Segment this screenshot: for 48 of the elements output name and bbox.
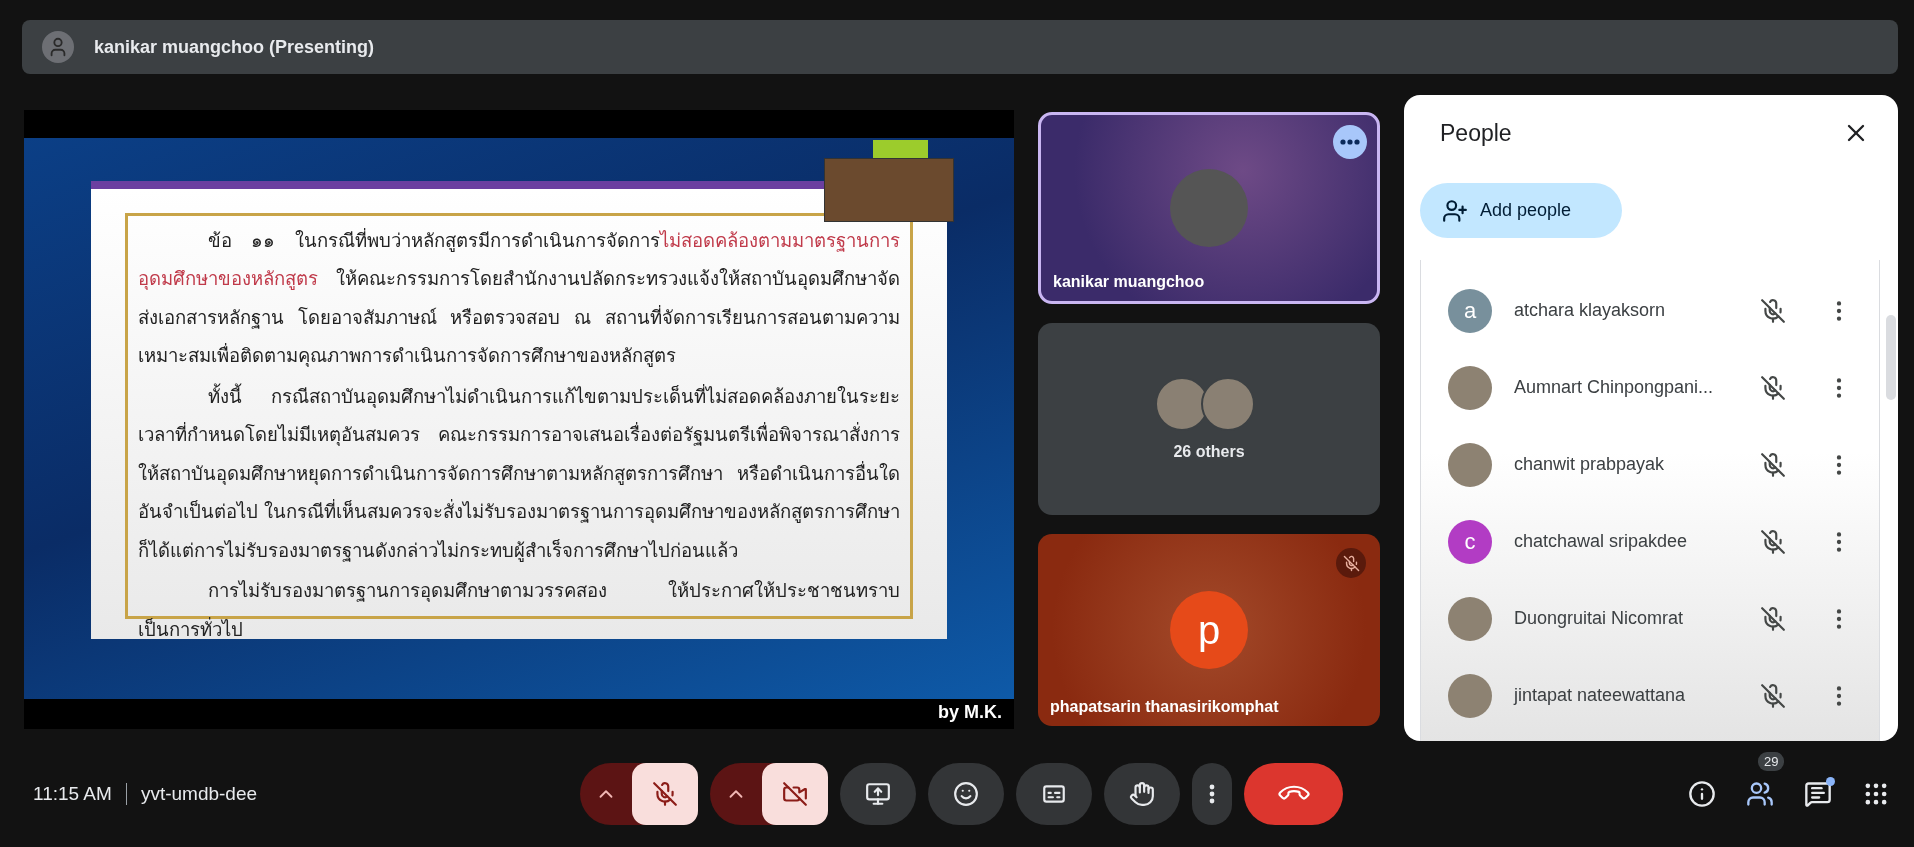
participant-name: atchara klayaksorn (1514, 300, 1667, 321)
participant-name: phapatsarin thanasirikomphat (1050, 698, 1279, 716)
more-options-button[interactable] (1333, 125, 1367, 159)
participant-name: jintapat nateewattana (1514, 685, 1687, 706)
person-plus-icon (1442, 197, 1468, 224)
participant-name: Aumnart Chinpongpani... (1514, 377, 1715, 398)
mic-off-icon (652, 781, 678, 807)
avatar-icon (42, 31, 74, 63)
info-icon[interactable] (1688, 780, 1716, 808)
scrollbar[interactable] (1886, 315, 1896, 400)
avatar-initial: c (1448, 519, 1492, 564)
more-icon (1209, 784, 1215, 804)
more-icon (1340, 139, 1360, 145)
avatar-placeholder (1448, 365, 1492, 410)
participant-name: chanwit prabpayak (1514, 454, 1666, 475)
mic-off-icon[interactable] (1760, 605, 1786, 632)
slide-paragraph: ข้อ ๑๑ ในกรณีที่พบว่าหลักสูตรมีการดำเนินการจัดการไม่สอดคล้องตามมาตรฐานการอุดมศึกษาของหลักสูตร ให้คณะกรรมการโดยสำนักงานปลัดกระทรวงแจ้งให้สถาบันอุดมศึกษาจัดส่งเอกสารหลักฐาน โดยอาจสัมภาษณ์ หรือตรวจสอบ ณ สถานที่จัดการเรียนการสอนตามความเหมาะสมเพื่อติดตามคุณภาพการดำเนินการจัดการศึกษาของหลักสูตร (138, 227, 900, 369)
slide-paragraph: การไม่รับรองมาตรฐานการอุดมศึกษาตามวรรคสอง ให้ประกาศให้ประชาชนทราบเป็นการทั่วไป (138, 579, 900, 642)
avatar-initial: a (1448, 288, 1492, 333)
slide-paragraph: ทั้งนี้ กรณีสถาบันอุดมศึกษาไม่ดำเนินการแก้ไขตามประเด็นที่ไม่สอดคล้องภายในระยะเวลาที่กำหนดโดยไม่มีเหตุอันสมควร คณะกรรมการอาจเสนอเรื่องต่อรัฐมนตรีเพื่อพิจารณาสั่งการให้สถาบันอุดมศึกษาหยุดการดำเนินการจัดการศึกษาตามหลักสูตรการศึกษา หรือดำเนินการอื่นใดอันจำเป็นต่อไป ในกรณีที่เห็นสมควรจะสั่งไม่รับรองมาตรฐานการอุดมศึกษาของหลักสูตรการศึกษาก็ได้แต่การไม่รับรองมาตรฐานดังกล่าวไม่กระทบผู้สำเร็จการศึกษาไปก่อนแล้ว (138, 382, 900, 564)
panel-title: People (1440, 119, 1512, 147)
camera-off-icon (782, 781, 808, 807)
hand-icon (1129, 781, 1155, 807)
mic-off-icon[interactable] (1760, 297, 1786, 324)
participant-count: 29 (1758, 752, 1785, 771)
participant-name: Duongruitai Nicomrat (1514, 608, 1685, 629)
mic-off-icon[interactable] (1760, 451, 1786, 478)
meeting-code: yvt-umdb-dee (140, 783, 258, 805)
avatar-placeholder (1448, 673, 1492, 718)
slide-credit: by M.K. (938, 702, 1002, 723)
avatar-initial: p (1170, 591, 1248, 669)
clock-time: 11:15 AM (33, 783, 112, 805)
avatar-placeholder (1448, 596, 1492, 641)
chat-icon[interactable] (1804, 780, 1832, 808)
mic-off-icon[interactable] (1760, 528, 1786, 555)
others-count: 26 others (1173, 443, 1245, 461)
presenter-name: kanikar muangchoo (Presenting) (94, 36, 375, 58)
avatar-placeholder (1448, 442, 1492, 487)
add-people-button[interactable]: Add people (1420, 183, 1622, 238)
smile-icon (953, 781, 979, 807)
screen-upload-icon (865, 781, 891, 807)
more-options-button[interactable] (1192, 763, 1232, 825)
participant-name: chatchawal sripakdee (1514, 531, 1689, 552)
participant-name: kanikar muangchoo (1053, 273, 1205, 291)
mic-off-icon[interactable] (1760, 374, 1786, 401)
mic-off-icon[interactable] (1760, 682, 1786, 709)
camera-button[interactable] (762, 763, 828, 825)
microphone-button[interactable] (632, 763, 698, 825)
